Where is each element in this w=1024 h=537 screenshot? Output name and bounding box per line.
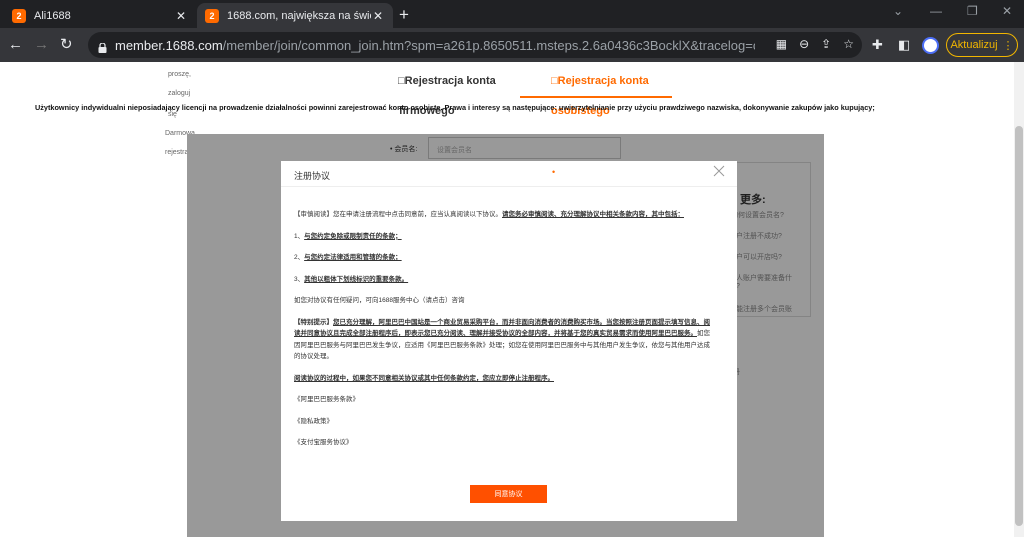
zoom-icon[interactable]: ⊖ <box>799 37 809 51</box>
modal-divider <box>281 186 737 187</box>
minimize-button[interactable]: — <box>930 4 942 18</box>
account-notice: Użytkownicy indywidualni nieposiadający … <box>35 103 875 112</box>
update-label: Aktualizuj <box>950 39 998 51</box>
tab-title: Ali1688 <box>34 9 71 22</box>
side-panel-icon[interactable]: ◧ <box>898 37 910 53</box>
address-bar[interactable]: member.1688.com/member/join/common_join.… <box>88 32 862 58</box>
bookmark-star-icon[interactable]: ☆ <box>843 37 854 51</box>
login-link[interactable]: zaloguj <box>168 90 190 97</box>
browser-tab-1688[interactable]: 2 1688.com, największa na świecie ✕ <box>197 3 393 28</box>
service-terms-link[interactable]: 《阿里巴巴服务条款》 <box>294 394 714 406</box>
reload-button[interactable]: ↻ <box>60 36 73 54</box>
close-icon[interactable] <box>712 164 726 178</box>
login-link[interactable]: się <box>168 111 177 118</box>
agreement-text: 【审慎阅读】您在申请注册流程中点击同意前，应当认真阅读以下协议。请您务必审慎阅读… <box>294 209 714 459</box>
list-item: 3、其他以粗体下划线标识的重要条款。 <box>294 275 409 283</box>
browser-toolbar: ← → ↻ member.1688.com/member/join/common… <box>0 28 1024 62</box>
lock-icon[interactable] <box>98 40 107 53</box>
intro-paragraph: 【审慎阅读】您在申请注册流程中点击同意前，应当认真阅读以下协议。请您务必审慎阅读… <box>294 211 684 218</box>
alipay-agreement-link[interactable]: 《支付宝服务协议》 <box>294 437 714 449</box>
tab-personal-account[interactable]: □Rejestracja konta <box>551 75 649 87</box>
tab-close-icon[interactable]: ✕ <box>174 9 188 23</box>
omnibox-actions: ▦ ⊖ ⇪ ☆ <box>776 37 854 51</box>
forward-button[interactable]: → <box>34 36 49 54</box>
new-tab-button[interactable]: + <box>399 5 409 25</box>
tab-business-account[interactable]: □Rejestracja konta <box>398 75 496 87</box>
maximize-button[interactable]: ❐ <box>967 4 978 18</box>
list-item: 1、与您约定免除或限制责任的条款； <box>294 232 402 240</box>
profile-avatar[interactable] <box>922 37 939 54</box>
url-text[interactable]: member.1688.com/member/join/common_join.… <box>115 38 755 53</box>
contact-line[interactable]: 如您对协议有任何疑问，可向1688服务中心（请点击）咨询 <box>294 295 714 307</box>
extensions-icon[interactable]: ✚ <box>872 37 883 53</box>
special-notice: 【特别提示】您已充分理解，阿里巴巴中国站是一个商业贸易采购平台，而并非面向消费者… <box>294 318 710 361</box>
privacy-policy-link[interactable]: 《隐私政策》 <box>294 416 714 428</box>
page-scrollbar[interactable] <box>1014 62 1024 537</box>
tab-search-icon[interactable]: ⌄ <box>893 4 903 18</box>
close-window-button[interactable]: ✕ <box>1002 4 1012 18</box>
ali1688-favicon-icon: 2 <box>12 8 26 23</box>
back-button[interactable]: ← <box>8 36 23 54</box>
agree-button[interactable]: 同意协议 <box>470 485 547 503</box>
url-host: member.1688.com <box>115 37 223 53</box>
loading-dot: • <box>552 167 556 177</box>
scrollbar-thumb[interactable] <box>1015 126 1023 526</box>
modal-title: 注册协议 <box>294 171 331 181</box>
translate-icon[interactable]: ▦ <box>776 37 787 51</box>
browser-tab-bar: 2 Ali1688 ✕ 2 1688.com, największa na św… <box>0 0 1024 28</box>
agreement-modal: 注册协议 • 【审慎阅读】您在申请注册流程中点击同意前，应当认真阅读以下协议。请… <box>281 161 737 521</box>
update-button[interactable]: Aktualizuj ⋮ <box>946 33 1018 57</box>
browser-tab-ali1688[interactable]: 2 Ali1688 ✕ <box>4 3 196 28</box>
list-item: 2、与您约定法律适用和管辖的条款； <box>294 254 402 261</box>
tab-close-icon[interactable]: ✕ <box>371 9 385 23</box>
share-icon[interactable]: ⇪ <box>821 37 831 51</box>
url-path: /member/join/common_join.htm?spm=a261p.8… <box>222 37 755 53</box>
stop-warning: 阅读协议的过程中，如果您不同意相关协议或其中任何条款约定，您应立即停止注册程序。 <box>294 374 554 382</box>
login-link[interactable]: proszę, <box>168 71 191 78</box>
tab-title: 1688.com, największa na świecie <box>227 9 371 22</box>
more-menu-icon: ⋮ <box>1002 39 1014 52</box>
1688-favicon-icon: 2 <box>205 8 219 23</box>
active-tab-indicator <box>520 96 672 98</box>
